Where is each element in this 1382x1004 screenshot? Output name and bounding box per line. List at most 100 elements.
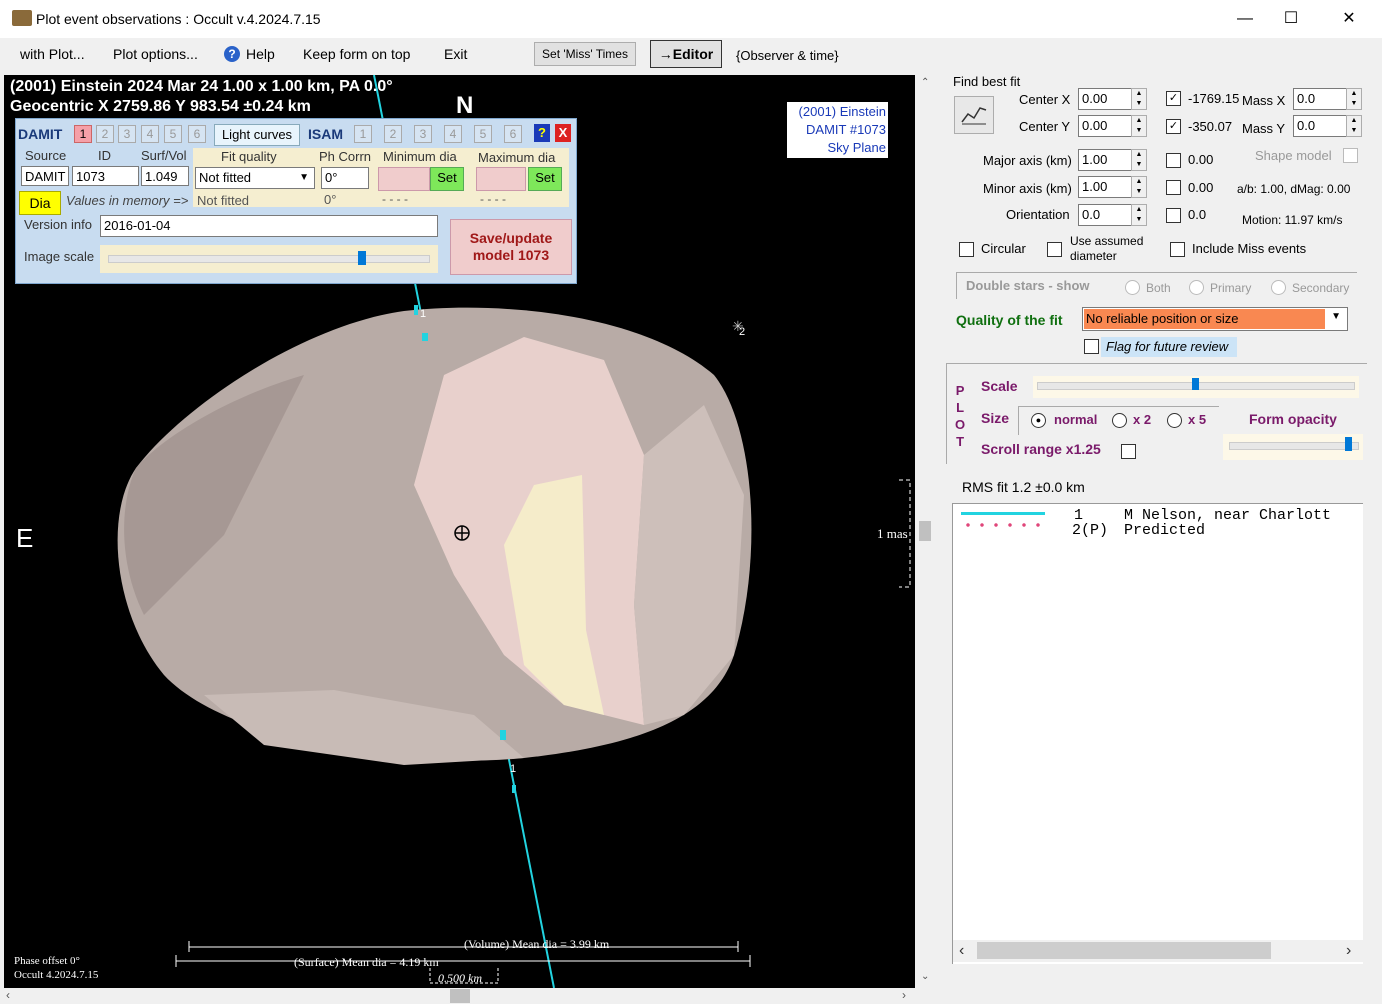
close-button[interactable]: ✕ [1326,0,1372,38]
major-axis-spinner[interactable]: ▲ ▼ [1131,149,1147,171]
legend-box: (2001) Einstein DAMIT #1073 Sky Plane [787,102,888,158]
isam-tab-6[interactable]: 6 [504,125,522,143]
damit-tab-6[interactable]: 6 [188,125,206,143]
size-normal-radio[interactable]: ● [1031,413,1046,428]
plot-vscroll-thumb[interactable] [919,521,931,541]
min-dia-field[interactable] [378,167,430,191]
max-dia-field[interactable] [476,167,526,191]
light-curves-button[interactable]: Light curves [214,124,300,146]
find-best-fit-button[interactable] [954,96,994,134]
image-scale-thumb[interactable] [357,251,366,265]
menu-plot-options[interactable]: Plot options... [113,46,198,62]
window-title: Plot event observations : Occult v.4.202… [36,11,321,27]
mass-y-input[interactable]: 0.0 [1293,115,1353,137]
shape-model-checkbox[interactable] [1343,148,1358,163]
flag-review-checkbox[interactable] [1084,339,1099,354]
menu-with-plot[interactable]: with Plot... [20,46,85,62]
observer-hscrollbar[interactable]: ‹ › [953,940,1363,962]
fit-quality-value: Not fitted [199,170,252,185]
orientation-result: 0.0 [1188,207,1207,222]
orientation-label: Orientation [1006,207,1070,222]
isam-tab-3[interactable]: 3 [414,125,432,143]
center-y-input[interactable]: 0.00 [1078,115,1138,137]
minor-axis-input[interactable]: 1.00 [1078,176,1138,198]
center-y-checkbox[interactable]: ✓ [1166,119,1181,134]
minimize-button[interactable]: — [1222,0,1268,38]
mass-x-spinner[interactable]: ▲ ▼ [1346,88,1362,110]
damit-tab-3[interactable]: 3 [118,125,136,143]
observer-time-label[interactable]: {Observer & time} [736,48,839,63]
major-axis-checkbox[interactable] [1166,153,1181,168]
help-q-button[interactable]: ? [534,124,550,142]
panel-close-button[interactable]: X [555,124,571,142]
set-min-dia-button[interactable]: Set [430,167,464,191]
secondary-radio[interactable] [1271,280,1286,295]
mass-x-input[interactable]: 0.0 [1293,88,1353,110]
plot-hscroll-thumb[interactable] [450,989,470,1003]
isam-tab-4[interactable]: 4 [444,125,462,143]
center-x-spinner[interactable]: ▲ ▼ [1131,88,1147,110]
primary-radio[interactable] [1189,280,1204,295]
menu-keep-on-top[interactable]: Keep form on top [303,46,410,62]
include-miss-checkbox[interactable] [1170,242,1185,257]
isam-tab-5[interactable]: 5 [474,125,492,143]
mass-y-spinner[interactable]: ▲ ▼ [1346,115,1362,137]
form-opacity-slider[interactable] [1223,434,1363,460]
damit-tab-1[interactable]: 1 [74,125,92,143]
scroll-right-icon[interactable]: › [902,988,906,1002]
image-scale-slider[interactable] [100,245,438,273]
damit-tab-4[interactable]: 4 [141,125,159,143]
quality-fit-select[interactable]: No reliable position or size ▼ [1082,307,1348,331]
scroll-left-icon[interactable]: ‹ [6,988,10,1002]
minor-axis-checkbox[interactable] [1166,180,1181,195]
damit-tab-2[interactable]: 2 [96,125,114,143]
scale-slider[interactable] [1033,376,1359,398]
observer-scroll-left-icon[interactable]: ‹ [959,942,964,960]
use-assumed-checkbox[interactable] [1047,242,1062,257]
center-x-checkbox[interactable]: ✓ [1166,91,1181,106]
shape-model-label: Shape model [1255,148,1332,163]
size-x5-radio[interactable] [1167,413,1182,428]
plot-hscrollbar[interactable]: ‹ › [4,988,915,1004]
ph-corrn-memory: 0° [324,192,337,207]
set-miss-times-button[interactable]: Set 'Miss' Times [534,42,636,66]
scroll-range-checkbox[interactable] [1121,444,1136,459]
scale-thumb[interactable] [1192,378,1199,390]
fit-quality-select[interactable]: Not fitted ▼ [195,167,315,189]
observer-scroll-right-icon[interactable]: › [1346,942,1351,960]
source-field[interactable]: DAMIT [21,166,69,186]
id-field[interactable]: 1073 [72,166,139,186]
help-icon[interactable]: ? [224,46,240,62]
editor-button[interactable]: →Editor [650,40,722,68]
dia-button[interactable]: Dia [19,191,61,215]
observer-list[interactable]: 1 M Nelson, near Charlott 2(P) Predicted… [952,503,1363,964]
observer-hscroll-thumb[interactable] [977,942,1271,959]
size-x2-radio[interactable] [1112,413,1127,428]
plot-vscrollbar[interactable]: ⌃ ⌄ [917,75,933,988]
isam-tab-2[interactable]: 2 [384,125,402,143]
damit-tab-5[interactable]: 5 [164,125,182,143]
form-opacity-thumb[interactable] [1344,437,1352,451]
minor-axis-spinner[interactable]: ▲ ▼ [1131,176,1147,198]
orientation-checkbox[interactable] [1166,208,1181,223]
version-info-field[interactable]: 2016-01-04 [100,215,438,237]
both-radio[interactable] [1125,280,1140,295]
menu-help[interactable]: Help [246,46,275,62]
orientation-spinner[interactable]: ▲ ▼ [1131,204,1147,226]
observer-2-name: Predicted [1124,522,1206,539]
major-axis-input[interactable]: 1.00 [1078,149,1138,171]
surfvol-field[interactable]: 1.049 [141,166,189,186]
center-y-spinner[interactable]: ▲ ▼ [1131,115,1147,137]
orientation-input[interactable]: 0.0 [1078,204,1138,226]
center-x-input[interactable]: 0.00 [1078,88,1138,110]
circular-checkbox[interactable] [959,242,974,257]
menu-exit[interactable]: Exit [444,46,467,62]
observer-2-line [961,522,1045,528]
save-update-button[interactable]: Save/update model 1073 [450,219,572,275]
set-max-dia-button[interactable]: Set [528,167,562,191]
maximize-button[interactable]: ☐ [1268,0,1314,38]
isam-tab-1[interactable]: 1 [354,125,372,143]
scroll-up-icon[interactable]: ⌃ [921,77,929,88]
scroll-down-icon[interactable]: ⌄ [921,971,929,982]
ph-corrn-field[interactable]: 0° [321,167,369,189]
